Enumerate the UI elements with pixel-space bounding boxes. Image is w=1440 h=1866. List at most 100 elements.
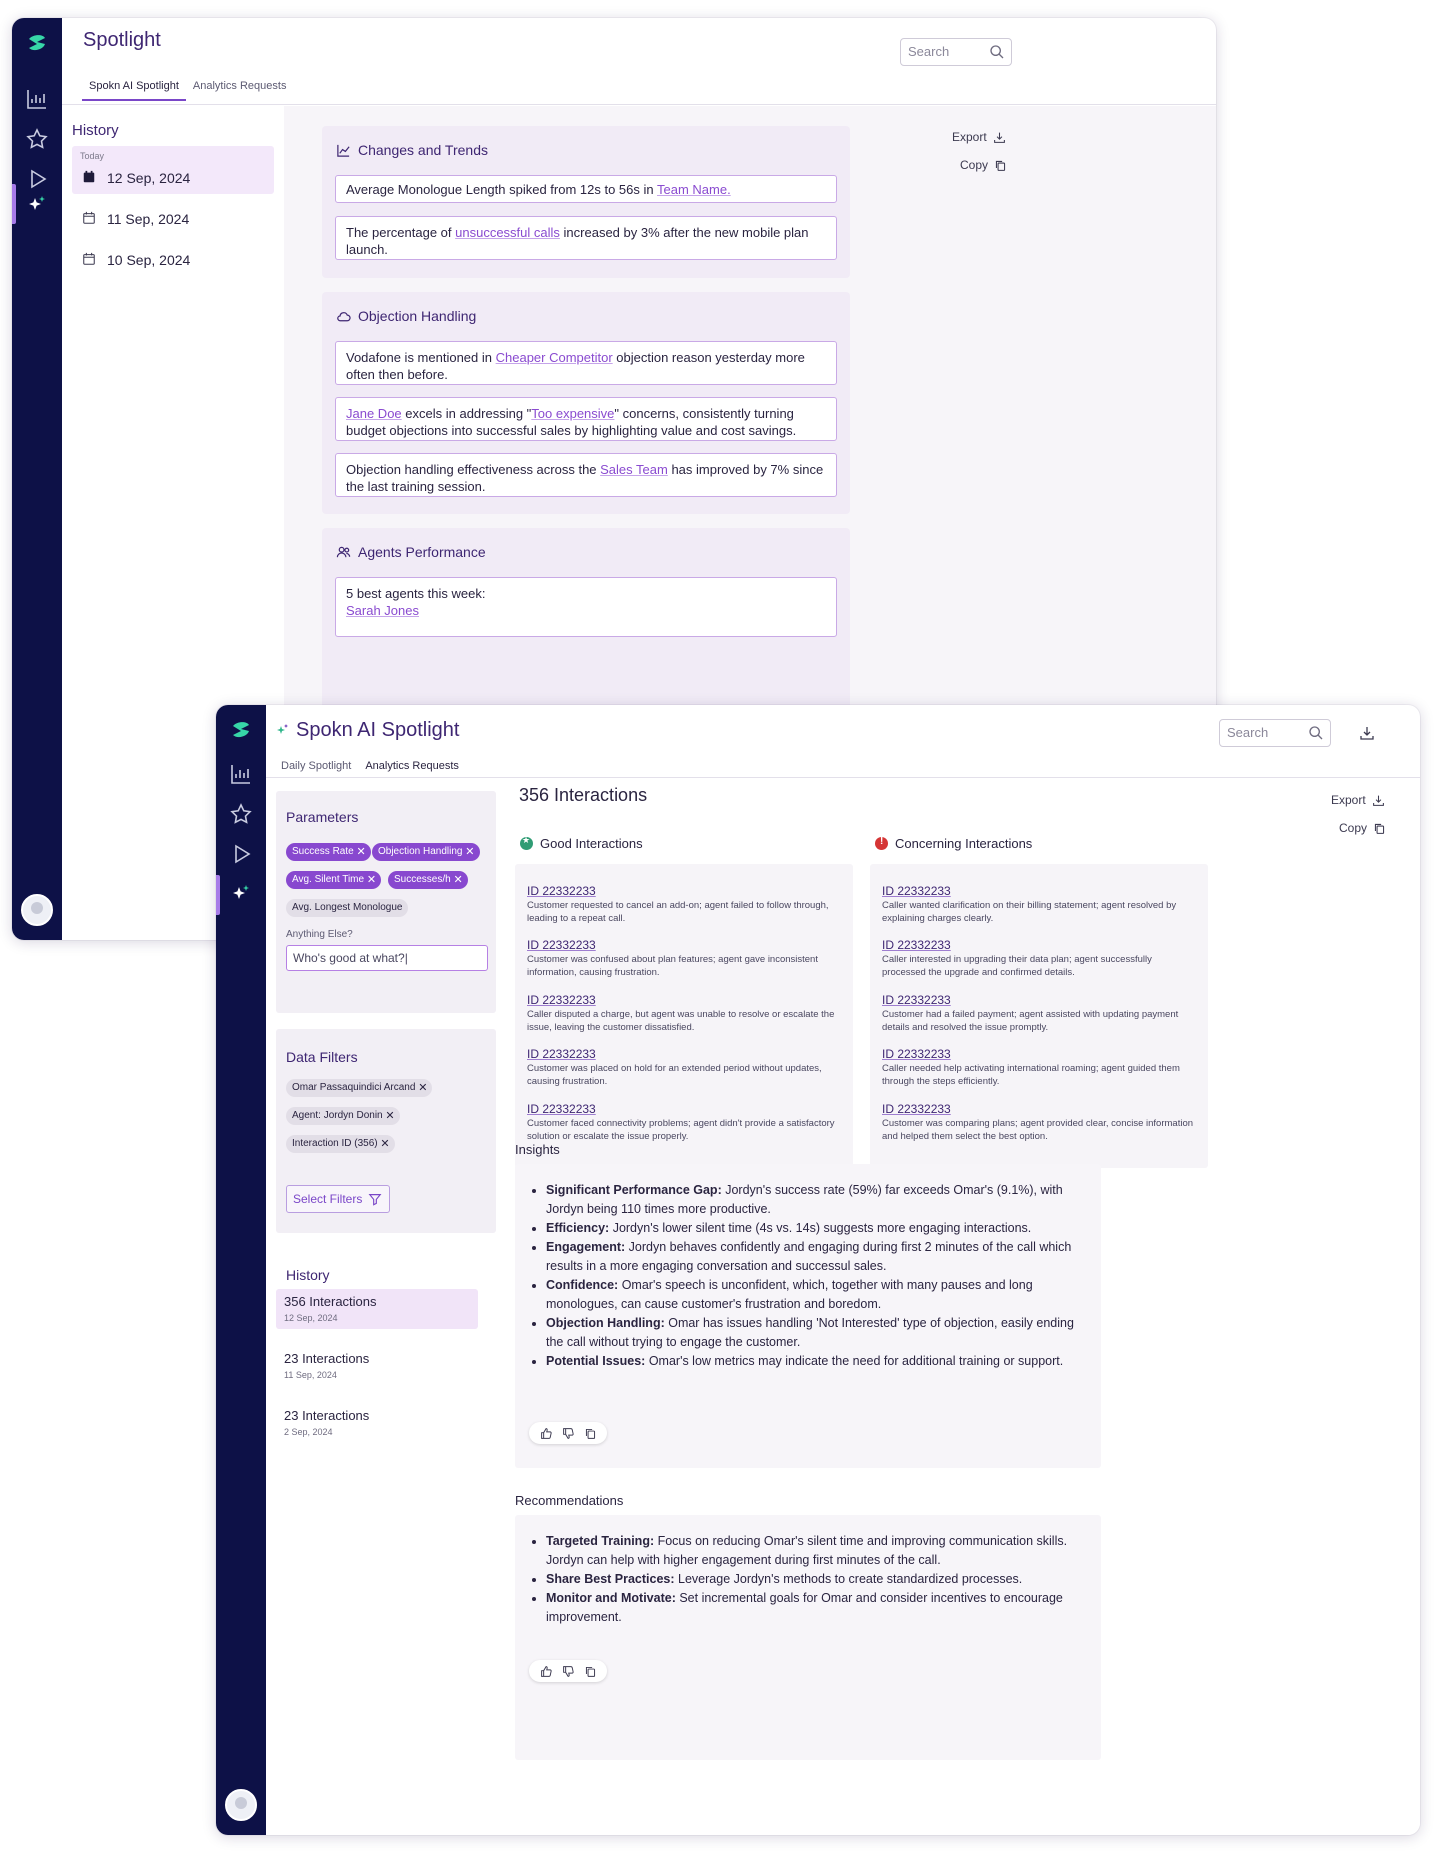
filter-chip[interactable]: Agent: Jordyn Donin ✕ <box>286 1107 400 1125</box>
interaction-id-link[interactable]: ID 22332233 <box>882 1102 1198 1116</box>
close-icon[interactable]: ✕ <box>465 843 474 861</box>
search-input[interactable]: Search <box>900 38 1012 66</box>
param-chip[interactable]: Avg. Silent Time ✕ <box>286 871 382 889</box>
thumbs-down-icon[interactable] <box>562 1427 575 1440</box>
thumbs-down-icon[interactable] <box>562 1665 575 1678</box>
anything-else-input[interactable]: Who's good at what?| <box>286 945 488 971</box>
avatar[interactable] <box>225 1789 257 1821</box>
ai-sparkle-icon[interactable] <box>24 192 50 218</box>
history-title: 23 Interactions <box>284 1351 370 1366</box>
interaction-id-link[interactable]: ID 22332233 <box>882 1047 1198 1061</box>
history-item-12-sep[interactable]: Today 12 Sep, 2024 <box>72 146 274 194</box>
history-date: 12 Sep, 2024 <box>107 170 191 186</box>
copy-label: Copy <box>1339 821 1368 835</box>
cheaper-competitor-link[interactable]: Cheaper Competitor <box>496 350 613 365</box>
interaction-id-link[interactable]: ID 22332233 <box>527 884 843 898</box>
close-icon[interactable]: ✕ <box>367 871 376 889</box>
list-item[interactable]: ID 22332233 Caller interested in upgradin… <box>882 938 1198 979</box>
select-filters-button[interactable]: Select Filters <box>286 1185 390 1213</box>
list-item[interactable]: ID 22332233 Customer requested to cancel … <box>527 884 843 925</box>
list-item[interactable]: ID 22332233 Customer had a failed payment… <box>882 993 1198 1034</box>
play-icon[interactable] <box>24 166 50 192</box>
history-item[interactable]: 356 Interactions 12 Sep, 2024 <box>276 1289 478 1329</box>
card-title: Objection Handling <box>336 308 476 324</box>
close-icon[interactable]: ✕ <box>385 1107 394 1125</box>
param-chip-suggested[interactable]: Avg. Longest Monologue <box>286 899 409 917</box>
tab-analytics-requests[interactable]: Analytics Requests <box>186 74 294 101</box>
copy-button[interactable]: Copy <box>1339 821 1386 835</box>
play-icon[interactable] <box>228 841 254 867</box>
card-title: Changes and Trends <box>336 142 488 158</box>
unsuccessful-calls-link[interactable]: unsuccessful calls <box>455 225 560 240</box>
list-item[interactable]: ID 22332233 Customer was comparing plans;… <box>882 1102 1198 1143</box>
insights-box: Significant Performance Gap: Jordyn's su… <box>515 1164 1101 1468</box>
star-icon[interactable] <box>228 801 254 827</box>
interaction-id-link[interactable]: ID 22332233 <box>882 993 1198 1007</box>
export-button[interactable]: Export <box>1331 793 1385 807</box>
interaction-id-link[interactable]: ID 22332233 <box>527 993 843 1007</box>
feedback-bar <box>529 1660 607 1682</box>
star-icon[interactable] <box>24 126 50 152</box>
list-item[interactable]: ID 22332233 Caller disputed a charge, but… <box>527 993 843 1034</box>
param-chip[interactable]: Successes/h ✕ <box>388 871 468 889</box>
select-filters-label: Select Filters <box>293 1192 363 1206</box>
tab-spokn-ai-spotlight[interactable]: Spokn AI Spotlight <box>82 74 186 101</box>
agent-link[interactable]: Sarah Jones <box>346 602 826 619</box>
close-icon[interactable]: ✕ <box>380 1135 389 1153</box>
interaction-desc: Caller disputed a charge, but agent was … <box>527 1009 835 1033</box>
history-item-10-sep[interactable]: 10 Sep, 2024 <box>72 235 274 283</box>
concerning-interactions-list: ID 22332233 Caller wanted clarification o… <box>870 864 1208 1168</box>
download-icon[interactable] <box>1359 725 1375 741</box>
insight-bullet: Potential Issues: Omar's low metrics may… <box>546 1352 1083 1371</box>
list-item[interactable]: ID 22332233 Customer faced connectivity p… <box>527 1102 843 1143</box>
interaction-id-link[interactable]: ID 22332233 <box>527 1047 843 1061</box>
thumbs-up-icon[interactable] <box>540 1665 553 1678</box>
list-item[interactable]: ID 22332233 Caller needed help activating… <box>882 1047 1198 1088</box>
team-name-link[interactable]: Team Name. <box>657 182 731 197</box>
interaction-id-link[interactable]: ID 22332233 <box>527 1102 843 1116</box>
filters-heading: Data Filters <box>286 1049 358 1065</box>
list-item[interactable]: ID 22332233 Customer was placed on hold f… <box>527 1047 843 1088</box>
interaction-desc: Customer was confused about plan feature… <box>527 954 818 978</box>
export-button[interactable]: Export <box>952 130 1006 144</box>
interaction-id-link[interactable]: ID 22332233 <box>527 938 843 952</box>
spokn-logo-icon <box>233 722 249 738</box>
column-heading: Concerning Interactions <box>895 836 1033 851</box>
chip-label: Agent: Jordyn Donin <box>292 1110 383 1121</box>
list-item[interactable]: ID 22332233 Caller wanted clarification o… <box>882 884 1198 925</box>
history-item[interactable]: 23 Interactions 11 Sep, 2024 <box>276 1346 478 1386</box>
download-icon <box>993 132 1005 143</box>
interaction-id-link[interactable]: ID 22332233 <box>882 884 1198 898</box>
ai-sparkle-icon[interactable] <box>228 881 254 907</box>
copy-icon[interactable] <box>584 1665 597 1678</box>
filter-chip[interactable]: Omar Passaquindici Arcand ✕ <box>286 1079 433 1097</box>
search-input[interactable]: Search <box>1219 719 1331 747</box>
param-chip[interactable]: Objection Handling ✕ <box>372 843 480 861</box>
bullet-text: Jordyn's lower silent time (4s vs. 14s) … <box>609 1221 1032 1235</box>
sales-team-link[interactable]: Sales Team <box>600 462 668 477</box>
search-placeholder: Search <box>1227 725 1269 740</box>
spokn-logo-icon <box>29 35 45 51</box>
analytics-icon[interactable] <box>24 86 50 112</box>
insight-text: Average Monologue Length spiked from 12s… <box>346 182 658 197</box>
close-icon[interactable]: ✕ <box>356 843 365 861</box>
close-icon[interactable]: ✕ <box>453 871 462 889</box>
too-expensive-link[interactable]: Too expensive <box>531 406 614 421</box>
search-placeholder: Search <box>908 44 950 59</box>
interaction-id-link[interactable]: ID 22332233 <box>882 938 1198 952</box>
list-item[interactable]: ID 22332233 Customer was confused about p… <box>527 938 843 979</box>
history-item[interactable]: 23 Interactions 2 Sep, 2024 <box>276 1403 478 1443</box>
param-chip[interactable]: Success Rate ✕ <box>286 843 371 861</box>
today-label: Today <box>80 151 105 161</box>
close-icon[interactable]: ✕ <box>418 1079 427 1097</box>
bullet-label: Significant Performance Gap: <box>546 1183 722 1197</box>
concerning-interactions-heading: Concerning Interactions <box>875 836 1032 851</box>
copy-icon[interactable] <box>584 1427 597 1440</box>
page-title: Spokn AI Spotlight <box>296 719 460 741</box>
thumbs-up-icon[interactable] <box>540 1427 553 1440</box>
jane-doe-link[interactable]: Jane Doe <box>346 406 402 421</box>
avatar[interactable] <box>21 894 53 926</box>
filter-chip[interactable]: Interaction ID (356) ✕ <box>286 1135 395 1153</box>
copy-button[interactable]: Copy <box>960 158 1007 172</box>
analytics-icon[interactable] <box>228 761 254 787</box>
